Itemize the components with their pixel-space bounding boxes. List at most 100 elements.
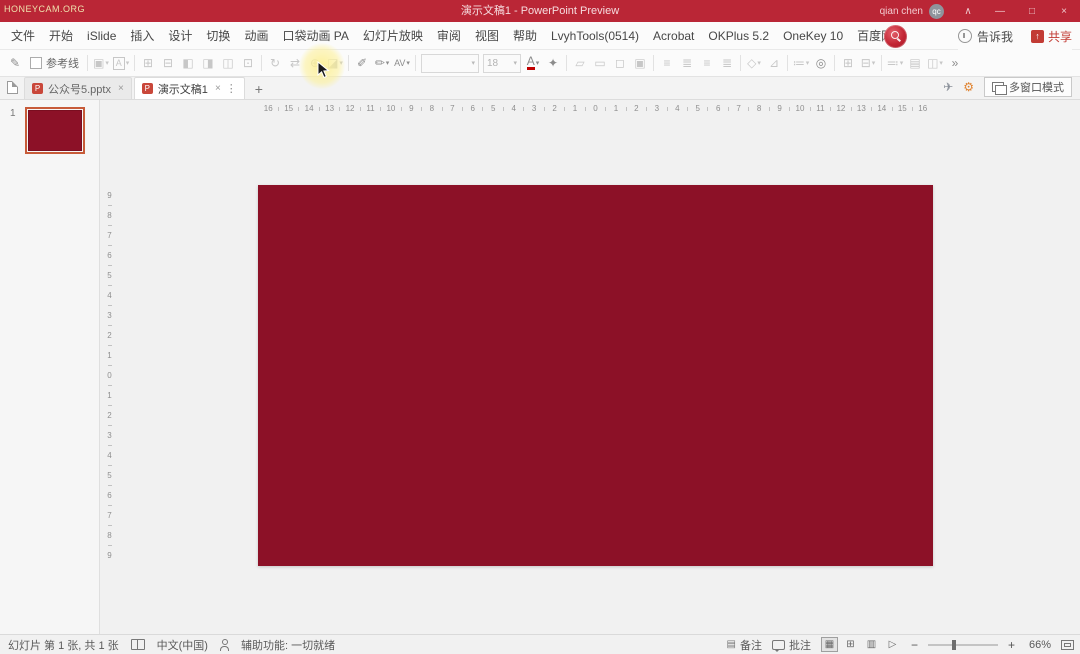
table-grid-icon[interactable]: ⊞: [838, 53, 858, 73]
menu-item-onekey[interactable]: OneKey 10: [776, 22, 850, 50]
avatar[interactable]: qc: [929, 3, 944, 19]
slide-thumbnail[interactable]: [25, 107, 85, 154]
language-status[interactable]: 中文(中国): [157, 637, 208, 653]
zoom-percentage[interactable]: 66%: [1025, 639, 1051, 651]
paste-icon[interactable]: ▣ ▾: [91, 53, 111, 73]
tab-more-icon[interactable]: ⋮: [226, 82, 237, 95]
horizontal-ruler[interactable]: 16 15 14 13 12 11 10 9 8 7 6 5 4 3 2 1 0 1 2 3 4 5 6 7 8 9 10 11 12 1…: [258, 102, 933, 115]
arrange-tool-icon[interactable]: ⊕: [305, 53, 325, 73]
fill-color-icon[interactable]: ◪ ▾: [325, 53, 345, 73]
minimize-button[interactable]: —: [984, 0, 1016, 22]
menu-item-slideshow[interactable]: 幻灯片放映: [356, 22, 430, 50]
menu-item-okplus[interactable]: OKPlus 5.2: [701, 22, 776, 50]
reading-view-button[interactable]: ▥: [863, 637, 880, 652]
font-size-select[interactable]: 18 ▾: [483, 53, 521, 73]
close-tab-icon[interactable]: ×: [118, 83, 124, 94]
merge-cells-icon[interactable]: ⊟ ▾: [858, 53, 878, 73]
menu-item-animations[interactable]: 动画: [237, 22, 275, 50]
align-text-center-icon[interactable]: ≣: [677, 53, 697, 73]
toolbar-separator: [415, 55, 416, 71]
shape-effects-icon[interactable]: ◇ ▾: [744, 53, 764, 73]
align-objects-right-icon[interactable]: ◨: [198, 53, 218, 73]
menu-item-view[interactable]: 视图: [468, 22, 506, 50]
font-size-value: 18: [487, 57, 499, 69]
format-painter-icon[interactable]: ✎: [5, 53, 25, 73]
slideshow-view-button[interactable]: ▷: [884, 637, 901, 652]
zoom-slider[interactable]: [927, 639, 998, 650]
close-tab-icon[interactable]: ×: [215, 83, 221, 94]
copy-size-icon[interactable]: ▱: [570, 53, 590, 73]
ruler-number: 8: [422, 102, 444, 115]
zoom-out-button[interactable]: −: [911, 638, 918, 652]
menu-item-islide[interactable]: iSlide: [80, 22, 123, 50]
guides-checkbox-icon[interactable]: [30, 57, 42, 69]
multi-window-mode-button[interactable]: 多窗口模式: [984, 77, 1072, 97]
draw-shape-icon[interactable]: ⊿: [764, 53, 784, 73]
zoom-slider-handle[interactable]: [951, 639, 956, 650]
char-spacing-icon[interactable]: AV ▾: [392, 53, 412, 73]
spellcheck-book-icon[interactable]: [130, 639, 145, 650]
menu-item-transitions[interactable]: 切换: [199, 22, 237, 50]
zoom-in-button[interactable]: +: [1008, 638, 1015, 652]
justify-text-icon[interactable]: ≣: [717, 53, 737, 73]
comments-button[interactable]: 批注: [771, 637, 811, 653]
distribute-vertical-icon[interactable]: ⊡: [238, 53, 258, 73]
paste-style-icon[interactable]: ◻: [610, 53, 630, 73]
align-text-left-icon[interactable]: ≡: [657, 53, 677, 73]
account-name[interactable]: qian chen: [880, 6, 923, 17]
new-document-icon[interactable]: [7, 81, 18, 94]
multilevel-list-icon[interactable]: ≕ ▾: [885, 53, 905, 73]
normal-view-button[interactable]: ▦: [820, 637, 838, 652]
menu-item-pocket-animation[interactable]: 口袋动画 PA: [275, 22, 355, 50]
share-button[interactable]: ↑ 共享: [1030, 28, 1072, 45]
menu-item-design[interactable]: 设计: [161, 22, 199, 50]
bullets-glyph: ≔: [792, 56, 805, 70]
more-tools-icon[interactable]: »: [945, 53, 965, 73]
text-layout-icon[interactable]: ▤: [905, 53, 925, 73]
maximize-button[interactable]: □: [1016, 0, 1048, 22]
menu-item-review[interactable]: 审阅: [430, 22, 468, 50]
highlighter-icon[interactable]: ✏ ▾: [372, 53, 392, 73]
notes-button[interactable]: ▤ 备注: [727, 637, 762, 653]
align-objects-left-icon[interactable]: ◧: [178, 53, 198, 73]
text-box-icon[interactable]: A ▾: [111, 53, 131, 73]
insert-below-icon[interactable]: ⊟: [158, 53, 178, 73]
menu-item-help[interactable]: 帮助: [506, 22, 544, 50]
ribbon-options-button[interactable]: ∧: [952, 0, 984, 22]
columns-icon[interactable]: ◫ ▾: [925, 53, 945, 73]
insert-above-icon[interactable]: ⊞: [138, 53, 158, 73]
menu-item-lvyhtools[interactable]: LvyhTools(0514): [544, 22, 646, 50]
menu-item-file[interactable]: 文件: [4, 22, 42, 50]
document-tab-gongzhonghao5[interactable]: P 公众号5.pptx ×: [24, 77, 132, 99]
shape-circle-icon[interactable]: ◎: [811, 53, 831, 73]
menu-item-baidu-netdisk[interactable]: 百度网盘: [850, 22, 912, 50]
new-tab-button[interactable]: +: [250, 79, 268, 99]
bullets-icon[interactable]: ≔ ▾: [791, 53, 811, 73]
menu-item-home[interactable]: 开始: [42, 22, 80, 50]
close-button[interactable]: ×: [1048, 0, 1080, 22]
menu-item-acrobat[interactable]: Acrobat: [646, 22, 701, 50]
document-tab-yanshiwengao1[interactable]: P 演示文稿1 × ⋮: [133, 77, 245, 99]
accessibility-status[interactable]: 辅助功能: 一切就绪: [241, 637, 335, 653]
swap-objects-icon[interactable]: ⇄: [285, 53, 305, 73]
rotate-object-icon[interactable]: ↻: [265, 53, 285, 73]
tabbar-right: ✈ ⚙ 多窗口模式: [943, 77, 1072, 97]
menu-item-insert[interactable]: 插入: [123, 22, 161, 50]
vertical-ruler[interactable]: 9876543210123456789: [103, 185, 116, 566]
copy-style-icon[interactable]: ▭: [590, 53, 610, 73]
slide-sorter-view-button[interactable]: ⊞: [842, 637, 859, 652]
font-color-icon[interactable]: A ▾: [523, 53, 543, 73]
guides-toggle[interactable]: 参考线: [30, 55, 79, 71]
settings-gear-icon[interactable]: ⚙: [963, 80, 974, 94]
eyedropper-icon[interactable]: ✐: [352, 53, 372, 73]
distribute-horizontal-icon[interactable]: ◫: [218, 53, 238, 73]
format-painter-glyph: ✎: [9, 56, 21, 70]
font-name-select[interactable]: ▾: [421, 53, 479, 73]
tell-me-button[interactable]: 告诉我: [957, 28, 1013, 45]
swap-style-icon[interactable]: ▣: [630, 53, 650, 73]
slide-canvas[interactable]: [258, 185, 933, 566]
fit-slide-to-window-icon[interactable]: [1061, 639, 1074, 650]
align-text-right-icon[interactable]: ≡: [697, 53, 717, 73]
text-effects-icon[interactable]: ✦: [543, 53, 563, 73]
quick-launch-icon[interactable]: ✈: [943, 80, 953, 94]
